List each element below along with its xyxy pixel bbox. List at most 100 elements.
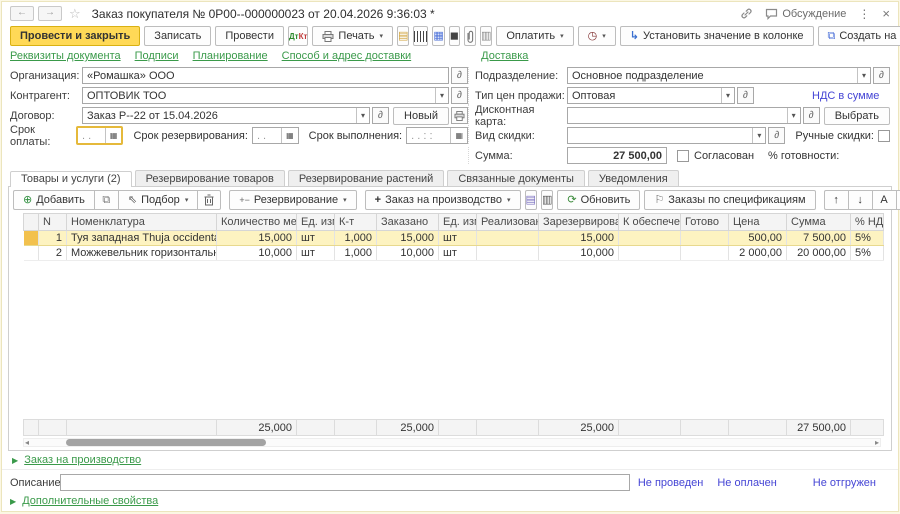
column-header[interactable]: Готово	[681, 214, 729, 231]
tab-related-documents[interactable]: Связанные документы	[447, 170, 585, 186]
discount-kind-field[interactable]: ▾	[567, 127, 766, 144]
sum-field[interactable]: 27 500,00	[567, 147, 667, 164]
cell[interactable]: 2	[39, 246, 67, 261]
column-header[interactable]: N	[39, 214, 67, 231]
structure-cube-icon[interactable]: ◼	[449, 26, 460, 46]
column-header[interactable]: Цена	[729, 214, 787, 231]
price-type-field[interactable]: Оптовая▾	[567, 87, 735, 104]
discussion-button[interactable]: Обсуждение	[765, 8, 846, 20]
favorite-star-icon[interactable]: ☆	[69, 6, 81, 22]
back-button[interactable]: ←	[10, 6, 34, 21]
create-based-on-button[interactable]: ⧉Создать на основании▾	[818, 26, 900, 46]
column-header[interactable]: Заказано	[377, 214, 439, 231]
link-delivery-method[interactable]: Способ и адрес доставки	[282, 50, 412, 62]
move-up-button[interactable]: ↑	[824, 190, 848, 210]
cell[interactable]	[477, 231, 539, 246]
column-header[interactable]: К-т	[335, 214, 377, 231]
cell[interactable]: 15,000	[217, 231, 297, 246]
cell[interactable]: 1	[39, 231, 67, 246]
status-not-paid[interactable]: Не оплачен	[717, 477, 776, 489]
counterparty-open-icon[interactable]: ∂	[451, 87, 468, 104]
production-order-link[interactable]: Заказ на производство	[24, 454, 141, 466]
vat-in-sum-link[interactable]: НДС в сумме	[812, 90, 879, 102]
cell[interactable]: 10,000	[217, 246, 297, 261]
payment-term-field[interactable]: . .▦	[76, 126, 123, 145]
column-header[interactable]: Реализовано	[477, 214, 539, 231]
refresh-button[interactable]: ⟳Обновить	[557, 190, 640, 210]
additional-props-link[interactable]: Дополнительные свойства	[22, 495, 158, 507]
column-header[interactable]: Ед. изм	[439, 214, 477, 231]
grid-blue-icon[interactable]: ▦	[432, 26, 444, 46]
department-open-icon[interactable]: ∂	[873, 67, 890, 84]
table-row[interactable]: 1Туя западная Thuja occidentalis Golden …	[24, 231, 884, 246]
cell[interactable]: 7 500,00	[787, 231, 851, 246]
scroll-right-icon[interactable]: ▸	[875, 438, 879, 447]
contract-field[interactable]: Заказ Р--22 от 15.04.2026▾	[82, 107, 370, 124]
link-planning[interactable]: Планирование	[193, 50, 268, 62]
move-down-button[interactable]: ↓	[848, 190, 872, 210]
calendar-icon[interactable]: ▦	[105, 128, 118, 143]
contract-open-icon[interactable]: ∂	[372, 107, 389, 124]
fulfill-term-field[interactable]: . . : :▦	[406, 127, 468, 144]
tab-plants-reservation[interactable]: Резервирование растений	[288, 170, 444, 186]
timer-button[interactable]: ◷▾	[578, 26, 616, 46]
choose-card-button[interactable]: Выбрать	[824, 107, 890, 125]
reservation-button[interactable]: +−Резервирование▾	[229, 190, 356, 210]
payment-card-icon[interactable]: ▤	[397, 26, 409, 46]
cell[interactable]	[681, 246, 729, 261]
set-column-value-button[interactable]: ↳Установить значение в колонке	[620, 26, 814, 46]
dropdown-icon[interactable]: ▾	[787, 108, 796, 123]
cell[interactable]: 1,000	[335, 231, 377, 246]
calendar-icon[interactable]: ▦	[450, 128, 463, 143]
spec-orders-button[interactable]: ⚐Заказы по спецификациям	[644, 190, 815, 210]
price-type-open-icon[interactable]: ∂	[737, 87, 754, 104]
cell[interactable]: Туя западная Thuja occidentalis Golden B…	[67, 231, 217, 246]
discount-card-open-icon[interactable]: ∂	[803, 107, 820, 124]
pay-button[interactable]: Оплатить▾	[496, 26, 573, 46]
department-field[interactable]: Основное подразделение▾	[567, 67, 871, 84]
post-button[interactable]: Провести	[215, 26, 284, 46]
open-window-icon[interactable]: ▥	[541, 190, 553, 210]
cell[interactable]: шт	[439, 246, 477, 261]
column-header[interactable]: Ед. изм.	[297, 214, 335, 231]
cell[interactable]: 20 000,00	[787, 246, 851, 261]
cell[interactable]: 10,000	[539, 246, 619, 261]
cell[interactable]: 15,000	[539, 231, 619, 246]
cell[interactable]: шт	[439, 231, 477, 246]
approved-checkbox[interactable]	[677, 150, 689, 162]
cell[interactable]	[619, 231, 681, 246]
horizontal-scrollbar[interactable]: ◂ ▸	[23, 438, 881, 447]
attachment-icon[interactable]	[464, 26, 476, 46]
contract-print-icon[interactable]	[451, 107, 468, 124]
status-not-shipped[interactable]: Не отгружен	[813, 477, 876, 489]
manual-discounts-checkbox[interactable]	[878, 130, 890, 142]
column-header[interactable]: Количество мест	[217, 214, 297, 231]
window-menu-icon[interactable]: ⋮	[858, 7, 870, 21]
postings-dtkt-icon[interactable]: ДтКт	[288, 26, 308, 46]
production-order-button[interactable]: +Заказ на производство▾	[365, 190, 521, 210]
sort-desc-button[interactable]: Я	[896, 190, 900, 210]
sort-asc-button[interactable]: А	[872, 190, 896, 210]
forward-button[interactable]: →	[38, 6, 62, 21]
counterparty-field[interactable]: ОПТОВИК ТОО▾	[82, 87, 449, 104]
status-not-posted[interactable]: Не проведен	[638, 477, 704, 489]
movements-icon[interactable]: ▤	[525, 190, 537, 210]
document-icon[interactable]: ▥	[480, 26, 492, 46]
cell[interactable]: 1,000	[335, 246, 377, 261]
dropdown-icon[interactable]: ▾	[721, 88, 730, 103]
reserve-term-field[interactable]: . .▦	[252, 127, 299, 144]
dropdown-icon[interactable]: ▾	[857, 68, 866, 83]
cell[interactable]: шт	[297, 231, 335, 246]
cell[interactable]: шт	[297, 246, 335, 261]
column-header[interactable]: К обеспечению	[619, 214, 681, 231]
grid-empty-area[interactable]	[23, 261, 891, 419]
tab-goods-services[interactable]: Товары и услуги (2)	[10, 171, 132, 187]
description-field[interactable]	[60, 474, 630, 491]
delete-row-icon[interactable]	[197, 190, 221, 210]
close-icon[interactable]: ×	[882, 6, 890, 21]
cell[interactable]: 15,000	[377, 231, 439, 246]
organization-open-icon[interactable]: ∂	[451, 67, 468, 84]
tab-notifications[interactable]: Уведомления	[588, 170, 679, 186]
dropdown-icon[interactable]: ▾	[752, 128, 761, 143]
print-button[interactable]: Печать▾	[312, 26, 393, 46]
